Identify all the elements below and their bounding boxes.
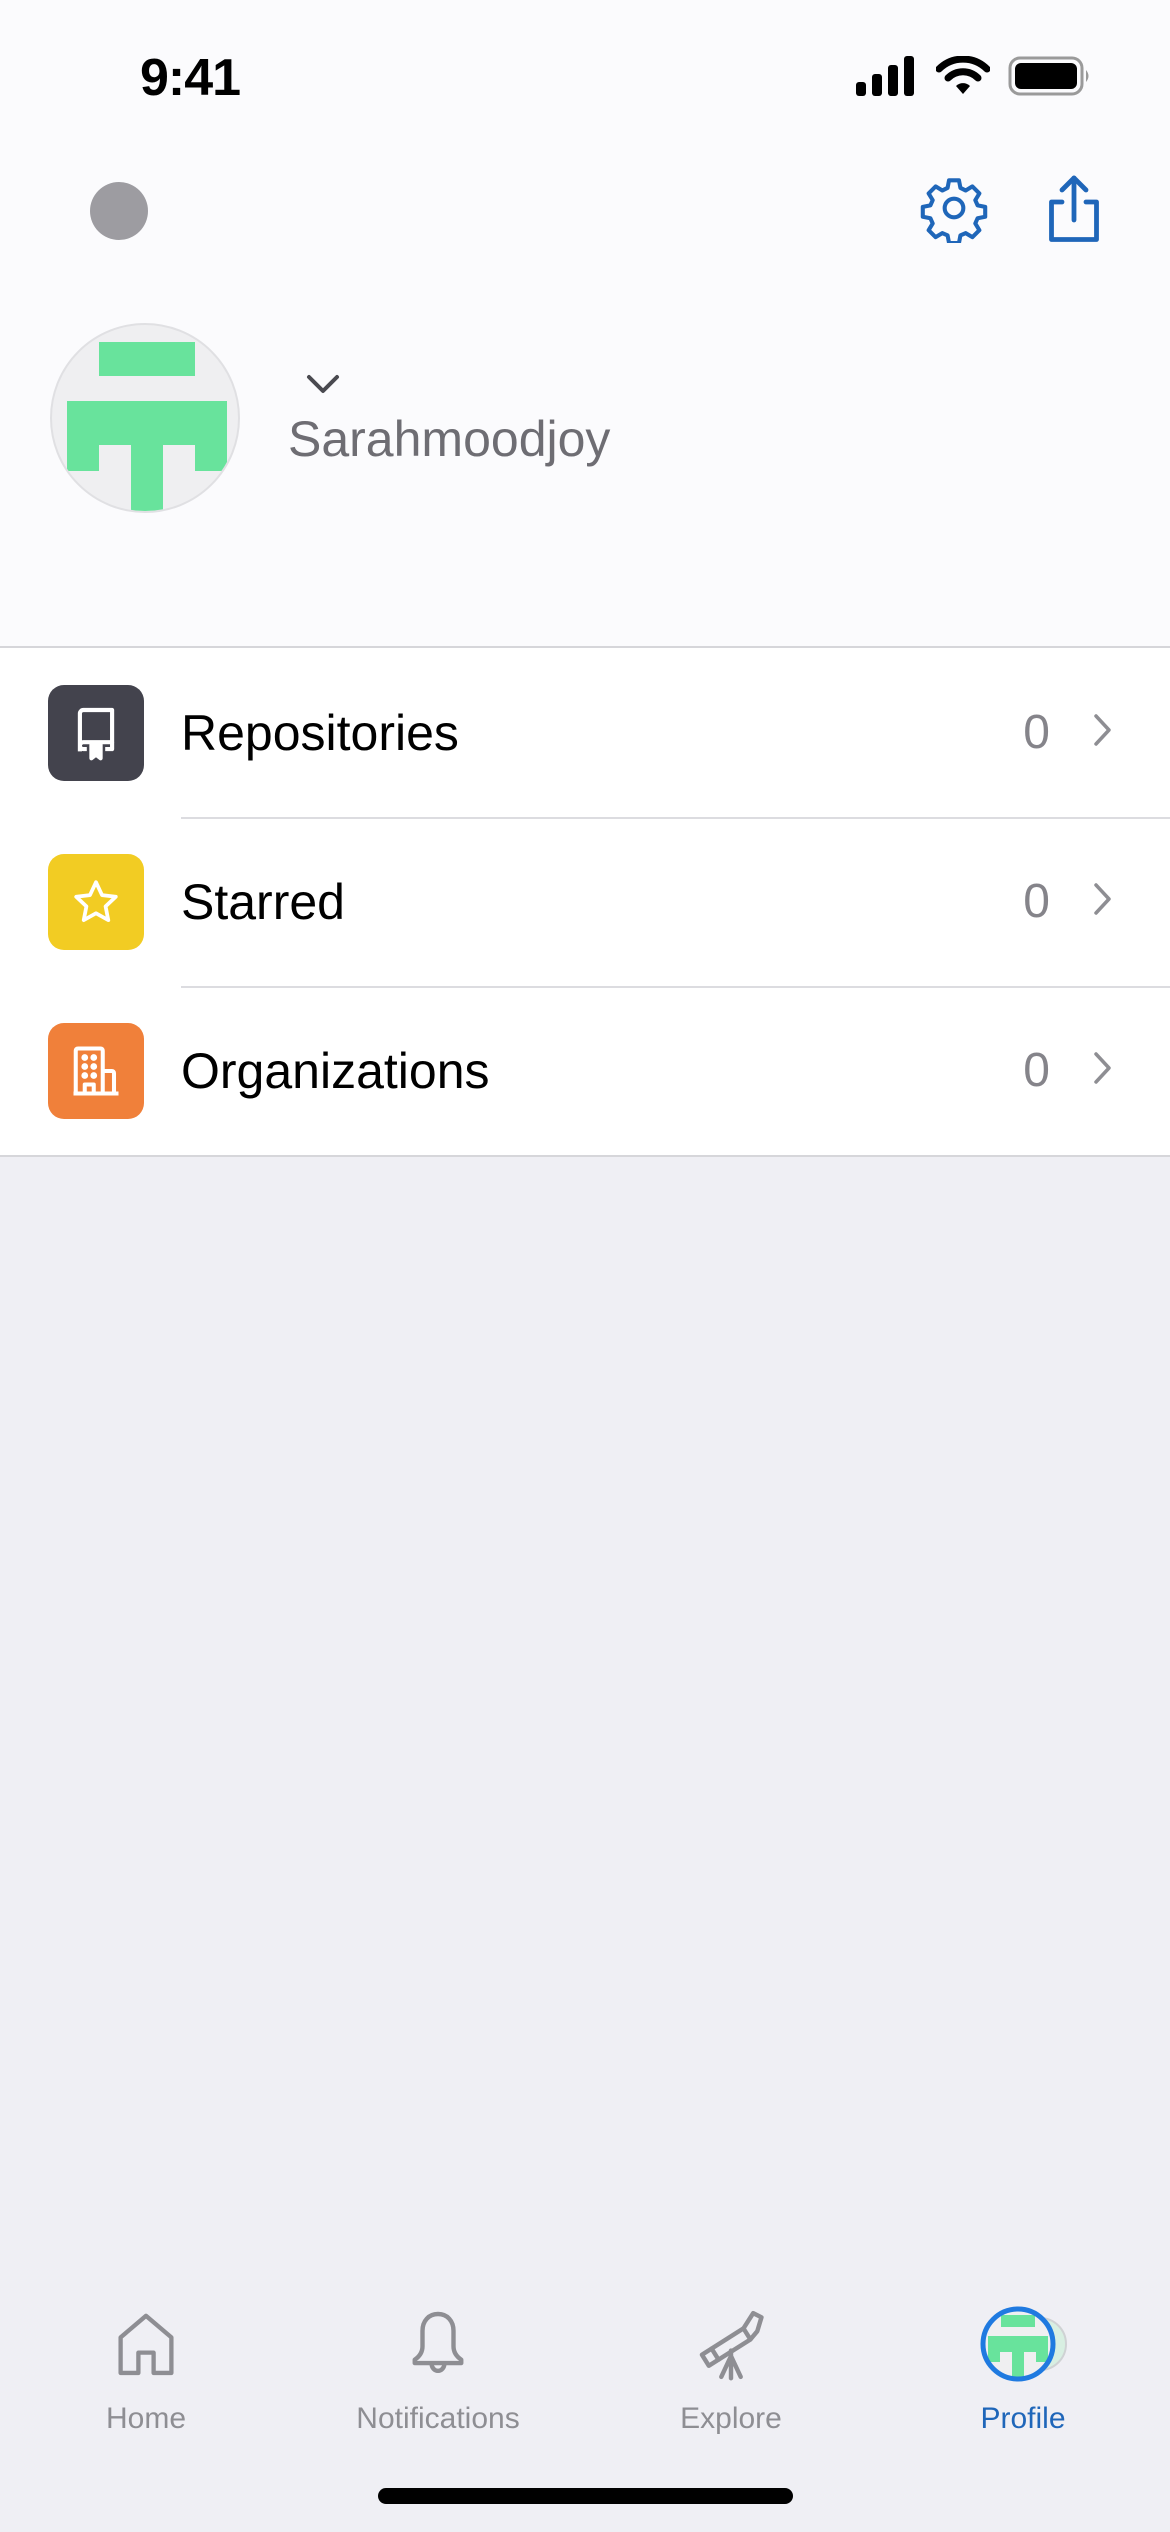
status-dot	[90, 182, 148, 240]
list-item-count: 0	[1023, 706, 1050, 759]
tab-label: Explore	[680, 2402, 782, 2435]
battery-icon	[1008, 56, 1089, 96]
list-item-repositories[interactable]: Repositories 0	[0, 648, 1170, 817]
list-item-label: Repositories	[181, 704, 459, 761]
avatar-icon	[980, 2306, 1067, 2382]
profile-header-area: 9:41 Sarahmoodjoy	[0, 0, 1170, 646]
wifi-icon	[936, 56, 990, 94]
tab-explore[interactable]: Explore	[601, 2300, 861, 2450]
share-icon	[1049, 175, 1099, 242]
identicon-block	[67, 445, 99, 471]
account-switcher-button[interactable]	[303, 370, 343, 403]
chevron-right-icon	[1092, 1050, 1114, 1091]
bell-icon	[412, 2311, 464, 2374]
settings-button[interactable]	[916, 170, 992, 246]
signal-icon	[856, 56, 914, 96]
status-time: 9:41	[140, 49, 241, 107]
organization-icon-tile	[48, 1022, 144, 1119]
star-icon-tile	[48, 853, 144, 950]
chevron-down-icon	[307, 375, 339, 393]
list-item-label: Starred	[181, 873, 345, 930]
tab-label: Profile	[980, 2402, 1066, 2435]
repo-icon-tile	[48, 684, 144, 781]
tab-label: Home	[105, 2402, 187, 2435]
telescope-icon	[699, 2310, 764, 2381]
list-item-count: 0	[1023, 1044, 1050, 1097]
organization-icon	[73, 1045, 119, 1096]
home-icon	[118, 2313, 174, 2376]
list-item-label: Organizations	[181, 1042, 490, 1099]
repo-icon	[77, 707, 115, 760]
status-icons	[856, 56, 1092, 96]
tab-notifications[interactable]: Notifications	[308, 2300, 568, 2450]
chevron-right-icon	[1092, 712, 1114, 753]
chevron-right-icon	[1092, 881, 1114, 922]
gear-icon	[920, 178, 988, 243]
profile-menu-list: Repositories 0 Starred 0 Organizations 0	[0, 646, 1170, 1157]
username: Sarahmoodjoy	[288, 411, 611, 467]
home-indicator[interactable]	[378, 2488, 793, 2504]
star-icon	[74, 879, 118, 922]
identicon-block	[131, 445, 163, 511]
list-item-organizations[interactable]: Organizations 0	[0, 986, 1170, 1155]
list-item-count: 0	[1023, 875, 1050, 928]
avatar[interactable]	[50, 323, 240, 513]
share-button[interactable]	[1036, 170, 1112, 246]
list-item-starred[interactable]: Starred 0	[0, 817, 1170, 986]
tab-profile[interactable]: Profile	[893, 2300, 1153, 2450]
identicon-block	[99, 342, 195, 376]
identicon-avatar	[67, 342, 227, 511]
tab-label: Notifications	[356, 2402, 520, 2435]
identicon-block	[67, 401, 227, 445]
tab-home[interactable]: Home	[16, 2300, 276, 2450]
identicon-block	[195, 445, 227, 471]
